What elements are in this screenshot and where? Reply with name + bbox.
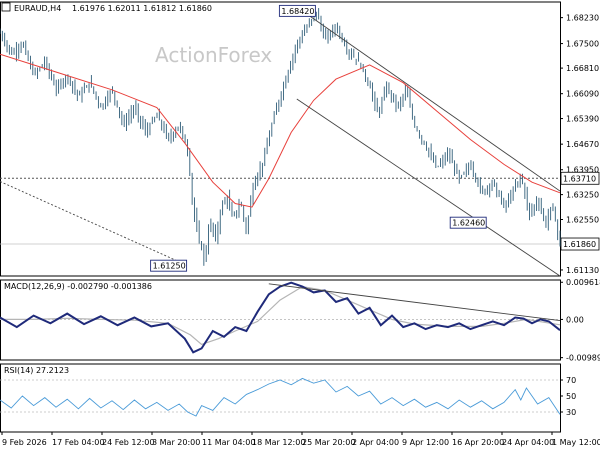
rsi-axis-label: 30 [566, 408, 576, 417]
price-axis-label: 1.63250 [566, 191, 599, 200]
x-axis-label: 11 Mar 04:00 [202, 438, 255, 447]
moving-average-line [0, 53, 561, 208]
ohlc-label: 1.61976 1.62011 1.61812 1.61860 [72, 4, 212, 13]
x-axis-label: 9 Feb 2026 [2, 438, 47, 447]
price-trendline-1 [0, 181, 180, 263]
macd-axis-label: -0.009892 [566, 354, 600, 363]
price-axis-label: 1.66090 [566, 90, 599, 99]
rsi-axis-label: 70 [566, 376, 576, 385]
price-annotation-label: 1.61250 [153, 262, 186, 271]
macd-axis-label: 0.00 [566, 315, 584, 324]
price-axis-label: 1.68230 [566, 14, 599, 23]
x-axis-label: 3 Mar 20:00 [152, 438, 200, 447]
rsi-panel-frame [0, 363, 561, 433]
price-axis-label: 1.65390 [566, 115, 599, 124]
x-axis-label: 17 Feb 04:00 [52, 438, 104, 447]
rsi-title: RSI(14) 27.2123 [4, 366, 69, 375]
macd-panel-frame [0, 279, 561, 361]
macd-line [0, 281, 561, 354]
x-axis-label: 24 Apr 04:00 [502, 438, 554, 447]
x-axis-label: 9 Apr 12:00 [402, 438, 449, 447]
price-annotation-label: 1.68420 [281, 7, 314, 16]
macd-trendline [268, 283, 561, 322]
eurAUD-chart: ActionForex 1.68230 1.67500 1.66810 1.66090 1… [0, 1, 600, 447]
price-axis-label: 1.66810 [566, 64, 599, 73]
price-axis-label: 1.61130 [566, 266, 599, 275]
symbol-dropdown-icon [1, 2, 11, 12]
macd-signal-line [0, 285, 561, 346]
price-axis-label: 1.64670 [566, 140, 599, 149]
x-axis-label: 16 Apr 20:00 [452, 438, 504, 447]
current-price-label: 1.61860 [563, 240, 596, 249]
price-axis-label: 1.67500 [566, 40, 599, 49]
rsi-line [0, 377, 561, 417]
rsi-axis-label: 50 [566, 392, 576, 401]
level-line-label: 1.63710 [563, 174, 596, 183]
price-panel-frame [0, 1, 561, 277]
macd-title: MACD(12,26,9) -0.002790 -0.001386 [4, 282, 152, 291]
symbol-label: EURAUD,H4 [14, 4, 61, 13]
x-axis-label: 25 Mar 20:00 [302, 438, 355, 447]
price-axis-label: 1.62550 [566, 215, 599, 224]
price-annotation-label: 1.62460 [452, 219, 485, 228]
x-axis-label: 2 Apr 04:00 [352, 438, 399, 447]
price-trendline-2 [302, 10, 561, 192]
watermark-text: ActionForex [155, 43, 272, 67]
x-axis-label: 24 Feb 12:00 [102, 438, 154, 447]
x-axis-label: 18 Mar 12:00 [252, 438, 305, 447]
x-axis-label: 1 May 12:00 [552, 438, 600, 447]
macd-axis-label: 0.009618 [566, 278, 600, 287]
